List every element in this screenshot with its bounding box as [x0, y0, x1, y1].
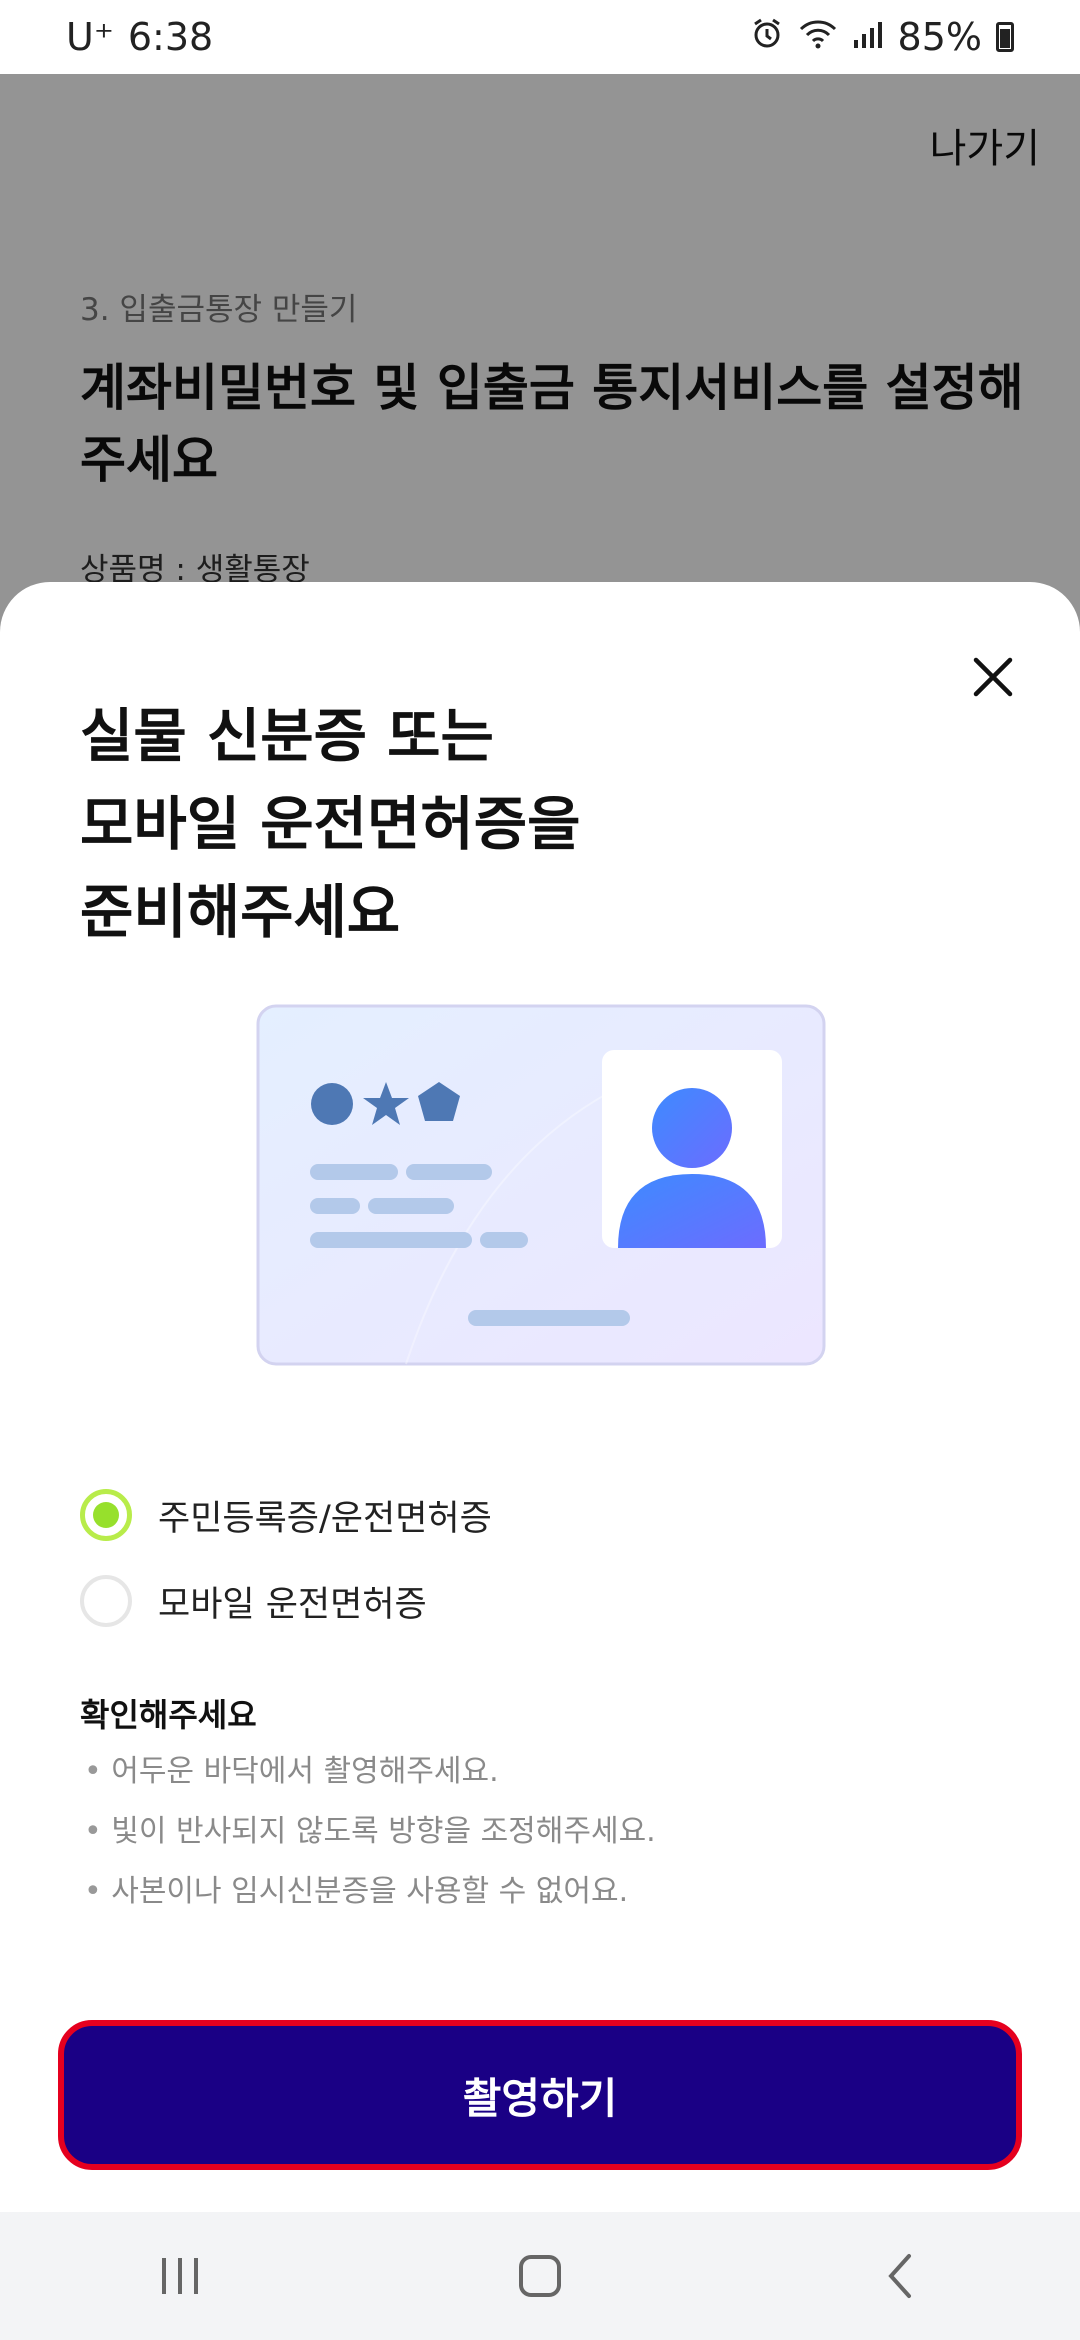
id-prep-sheet: 실물 신분증 또는 모바일 운전면허증을 준비해주세요 주민등록증/운전면허증 …: [0, 582, 1080, 2212]
notice-item: 어두운 바닥에서 촬영해주세요.: [84, 1742, 656, 1802]
battery-icon: [996, 22, 1014, 52]
id-type-options: 주민등록증/운전면허증 모바일 운전면허증: [80, 1472, 492, 1644]
notice-item: 사본이나 임시신분증을 사용할 수 없어요.: [84, 1862, 656, 1922]
option-label: 모바일 운전면허증: [158, 1584, 427, 1625]
radio-selected[interactable]: [80, 1489, 132, 1541]
sheet-title-line: 실물 신분증 또는: [80, 702, 494, 770]
sheet-title-line: 모바일 운전면허증을: [80, 790, 581, 858]
status-right: 85%: [750, 15, 1014, 59]
status-left: U⁺ 6:38: [66, 15, 213, 59]
back-icon: [888, 2254, 911, 2298]
recent-apps-button[interactable]: [120, 2226, 240, 2326]
back-button[interactable]: [840, 2226, 960, 2326]
alarm-icon: [750, 15, 784, 59]
signal-icon: [852, 15, 884, 59]
navigation-bar: [0, 2212, 1080, 2340]
carrier-label: U⁺: [66, 15, 114, 59]
battery-percent: 85%: [897, 15, 982, 59]
notice-item: 빛이 반사되지 않도록 방향을 조정해주세요.: [84, 1802, 655, 1862]
option-mobile-license[interactable]: 모바일 운전면허증: [80, 1558, 492, 1644]
sheet-title-line: 준비해주세요: [80, 878, 401, 946]
status-bar: U⁺ 6:38 85%: [0, 0, 1080, 74]
clock: 6:38: [127, 15, 214, 59]
home-button[interactable]: [480, 2226, 600, 2326]
option-resident-card-license[interactable]: 주민등록증/운전면허증: [80, 1472, 492, 1558]
notice-list: 어두운 바닥에서 촬영해주세요. 빛이 반사되지 않도록 방향을 조정해주세요.…: [84, 1742, 656, 1922]
notice-title: 확인해주세요: [80, 1696, 257, 1734]
wifi-icon: [798, 15, 838, 59]
option-label: 주민등록증/운전면허증: [158, 1498, 492, 1539]
recent-apps-icon: [162, 2258, 198, 2294]
id-card-illustration: [256, 1004, 826, 1366]
capture-button[interactable]: 촬영하기: [58, 2020, 1022, 2170]
home-icon: [519, 2255, 561, 2297]
sheet-title: 실물 신분증 또는 모바일 운전면허증을 준비해주세요: [80, 692, 980, 956]
radio-unselected[interactable]: [80, 1575, 132, 1627]
